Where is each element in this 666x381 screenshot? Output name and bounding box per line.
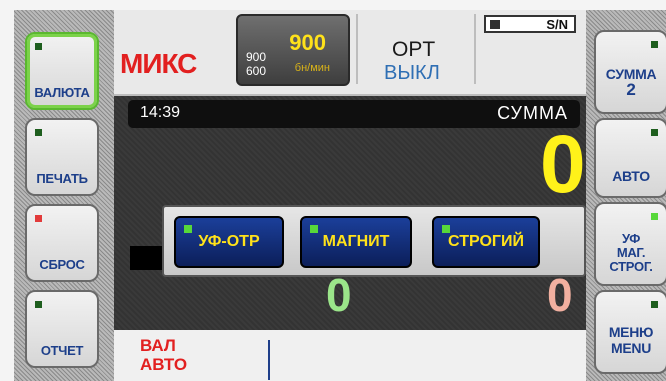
sn-toggle[interactable]: S/N (484, 15, 576, 33)
divider (474, 14, 476, 84)
status-led (184, 225, 192, 233)
divider (268, 340, 270, 380)
status-led (651, 213, 658, 220)
detection-mode-button[interactable]: УФ МАГ. СТРОГ. (594, 202, 666, 286)
menu-button[interactable]: МЕНЮ MENU (594, 290, 666, 374)
auto-button-label: АВТО (612, 168, 650, 184)
ort-label[interactable]: OPT (392, 38, 435, 62)
status-led (651, 301, 658, 308)
sn-label: S/N (546, 17, 568, 32)
detection-mode-line1: УФ (621, 231, 641, 246)
status-led-red (35, 215, 42, 222)
print-button-label: ПЕЧАТЬ (36, 171, 88, 186)
speed-option-1: 900 (246, 50, 267, 64)
magnet-button[interactable]: МАГНИТ (300, 216, 412, 268)
status-bar: 14:39 СУММА (128, 100, 580, 128)
auto-button[interactable]: АВТО (594, 118, 666, 198)
mode-label[interactable]: МИКС (120, 48, 197, 80)
currency-button[interactable]: ВАЛЮТА (25, 32, 99, 110)
reset-button[interactable]: СБРОС (25, 204, 99, 282)
uv-detect-label: УФ-ОТР (198, 233, 260, 250)
report-button-label: ОТЧЕТ (40, 343, 84, 358)
currency-button-label: ВАЛЮТА (34, 85, 90, 100)
sum-button[interactable]: СУММА 2 (594, 30, 666, 114)
divider (356, 14, 358, 84)
speed-button[interactable]: 900 900 600 бн/мин (236, 14, 350, 86)
currency-auto-button[interactable]: ВАЛ АВТО (140, 336, 187, 374)
status-led (35, 301, 42, 308)
currency-auto-line2: АВТО (140, 355, 188, 374)
speed-option-2: 600 (246, 64, 267, 78)
speed-value: 900 (289, 30, 326, 55)
main-counter: 0 (540, 119, 586, 210)
status-led (651, 129, 658, 136)
sum-button-value: 2 (626, 80, 636, 99)
status-led (651, 41, 658, 48)
print-button[interactable]: ПЕЧАТЬ (25, 118, 99, 196)
menu-button-label: МЕНЮ (608, 324, 654, 340)
ort-state: ВЫКЛ (384, 62, 440, 84)
detection-mode-line2: МАГ. (616, 245, 646, 260)
detection-mode-line3: СТРОГ. (609, 259, 653, 274)
magnet-label: МАГНИТ (322, 233, 390, 250)
currency-auto-line1: ВАЛ (140, 336, 176, 355)
reset-button-label: СБРОС (39, 257, 85, 272)
strict-label: СТРОГИЙ (448, 233, 524, 250)
clock: 14:39 (140, 104, 181, 121)
strict-button[interactable]: СТРОГИЙ (432, 216, 540, 268)
status-led (35, 43, 42, 50)
status-led (442, 225, 450, 233)
sn-indicator-icon (490, 20, 500, 29)
status-led (35, 129, 42, 136)
menu-button-label-en: MENU (610, 340, 652, 356)
report-button[interactable]: ОТЧЕТ (25, 290, 99, 368)
status-led (310, 225, 318, 233)
uv-detect-button[interactable]: УФ-ОТР (174, 216, 284, 268)
speed-unit: бн/мин (294, 62, 330, 74)
